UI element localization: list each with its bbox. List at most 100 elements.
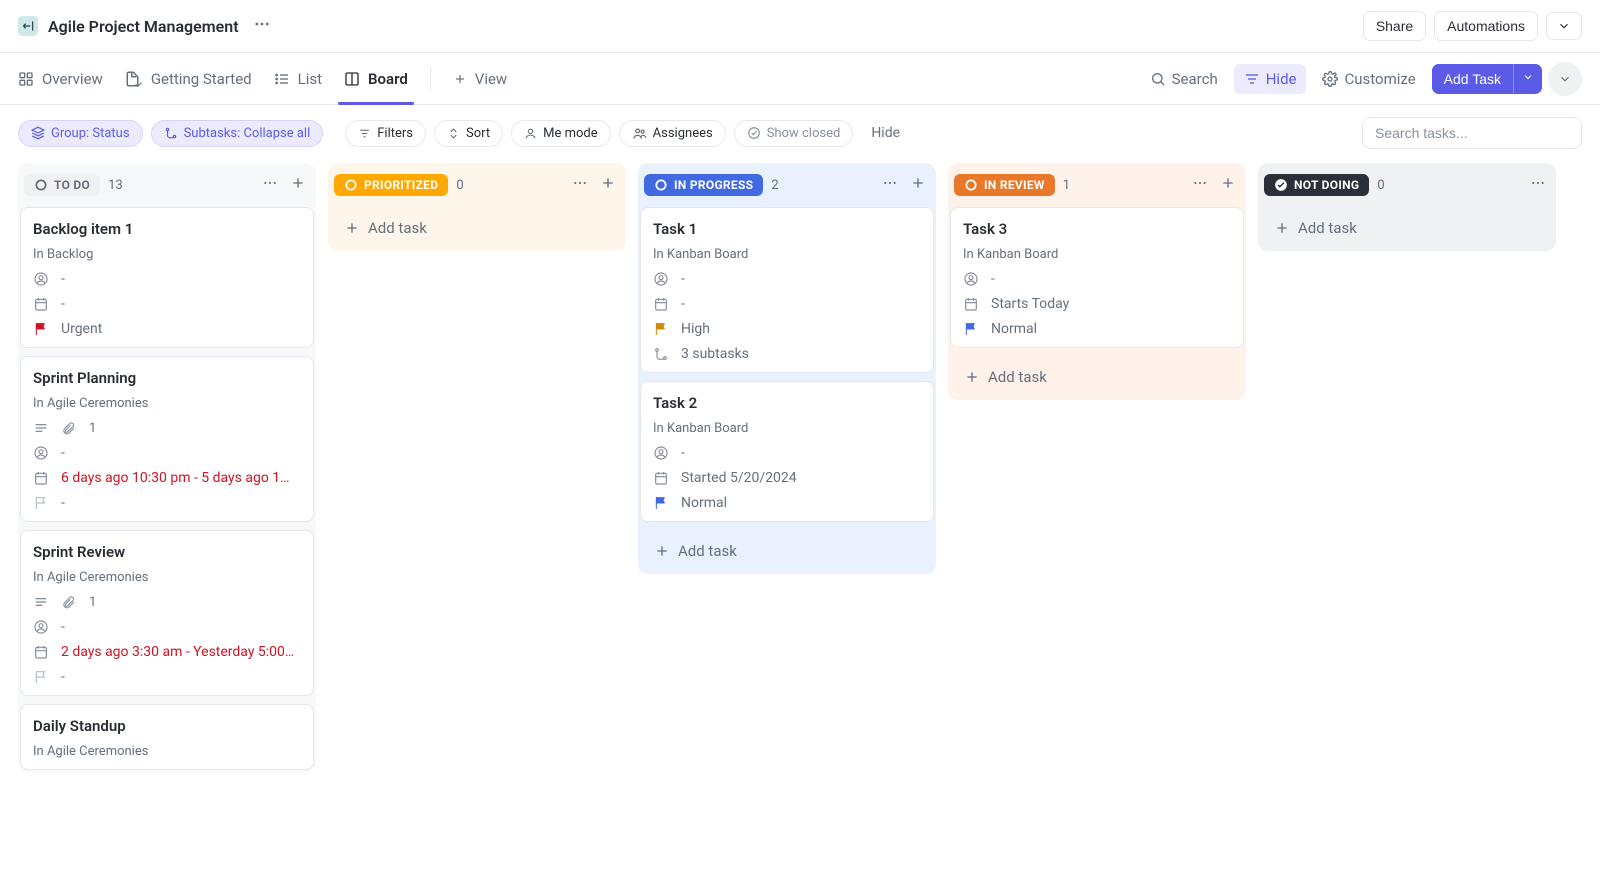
assignee-icon (963, 271, 981, 287)
add-task-label: Add task (368, 219, 427, 237)
header-more-icon[interactable] (249, 13, 275, 39)
date-value: - (61, 296, 65, 312)
view-tab-board[interactable]: Board (344, 53, 408, 104)
assignee-value: - (681, 445, 685, 461)
show-closed-chip[interactable]: Show closed (734, 120, 854, 147)
priority-label: - (61, 669, 65, 685)
flag-icon (33, 321, 51, 337)
card-title: Daily Standup (33, 717, 301, 735)
more-circle-button[interactable] (1548, 62, 1582, 96)
priority-label: - (61, 495, 65, 511)
column-add-task[interactable]: Add task (952, 358, 1242, 396)
card-date-row: - (653, 296, 921, 312)
column-plus-icon[interactable] (286, 171, 310, 199)
assignee-value: - (61, 619, 65, 635)
search-tasks-input[interactable] (1373, 124, 1571, 142)
date-value: - (681, 296, 685, 312)
status-chip[interactable]: PRIORITIZED (334, 174, 448, 196)
date-value: 2 days ago 3:30 am - Yesterday 5:00… (61, 644, 294, 660)
column-more-icon[interactable] (258, 171, 282, 199)
view-tab-label: Overview (42, 70, 103, 88)
add-task-button[interactable]: Add Task (1432, 64, 1513, 94)
column-plus-icon[interactable] (596, 171, 620, 199)
task-card[interactable]: Backlog item 1 In Backlog --Urgent (20, 207, 314, 348)
board-icon (344, 71, 360, 87)
task-card[interactable]: Task 1 In Kanban Board --High3 subtasks (640, 207, 934, 373)
assignee-icon (33, 445, 51, 461)
card-subtitle: In Agile Ceremonies (33, 744, 301, 759)
priority-label: Urgent (61, 321, 102, 337)
sort-chip[interactable]: Sort (434, 120, 503, 147)
assignee-icon (653, 445, 671, 461)
card-priority-row: Urgent (33, 321, 301, 337)
column-prioritized: PRIORITIZED 0 Add task (328, 163, 626, 251)
priority-label: Normal (991, 321, 1037, 337)
attachment-icon (61, 421, 79, 436)
card-date-row: Starts Today (963, 296, 1231, 312)
status-chip[interactable]: TO DO (24, 174, 100, 196)
hide-tool[interactable]: Hide (1234, 64, 1307, 94)
task-card[interactable]: Daily Standup In Agile Ceremonies (20, 704, 314, 770)
view-tab-list[interactable]: List (274, 53, 322, 104)
automations-dropdown-button[interactable] (1546, 12, 1582, 40)
add-task-label: Add task (1298, 219, 1357, 237)
add-task-label: Add task (988, 368, 1047, 386)
card-priority-row: Normal (963, 321, 1231, 337)
page-title: Agile Project Management (48, 17, 239, 36)
view-tab-overview[interactable]: Overview (18, 53, 103, 104)
column-add-task[interactable]: Add task (1262, 209, 1552, 247)
hide-link[interactable]: Hide (861, 120, 910, 146)
assignee-icon (33, 619, 51, 635)
task-card[interactable]: Sprint Review In Agile Ceremonies 1-2 da… (20, 530, 314, 696)
card-date-row: - (33, 296, 301, 312)
task-card[interactable]: Task 2 In Kanban Board -Started 5/20/202… (640, 381, 934, 522)
calendar-icon (963, 296, 981, 312)
column-header-left: NOT DOING 0 (1264, 174, 1385, 196)
view-add-label: View (475, 70, 507, 88)
assignees-chip[interactable]: Assignees (619, 120, 726, 147)
column-add-task[interactable]: Add task (642, 532, 932, 570)
status-chip[interactable]: NOT DOING (1264, 174, 1369, 196)
chip-label: Me mode (543, 126, 598, 141)
column-body: Add task (328, 207, 626, 251)
search-tasks-box[interactable] (1362, 117, 1582, 149)
column-more-icon[interactable] (568, 171, 592, 199)
view-tab-label: Board (368, 70, 408, 88)
column-plus-icon[interactable] (1216, 171, 1240, 199)
share-button[interactable]: Share (1363, 11, 1426, 41)
subtasks-chip[interactable]: Subtasks: Collapse all (151, 120, 324, 147)
view-tab-label: Getting Started (151, 70, 252, 88)
sort-icon (447, 127, 460, 140)
status-label: PRIORITIZED (364, 178, 438, 192)
status-chip[interactable]: IN PROGRESS (644, 174, 763, 196)
add-task-dropdown-button[interactable] (1513, 64, 1542, 93)
add-task-label: Add task (678, 542, 737, 560)
view-tab-getting-started[interactable]: Getting Started (125, 53, 252, 104)
task-card[interactable]: Task 3 In Kanban Board -Starts TodayNorm… (950, 207, 1244, 348)
add-task-group: Add Task (1432, 64, 1542, 94)
customize-tool[interactable]: Customize (1312, 64, 1425, 94)
flag-icon (653, 495, 671, 511)
status-count: 13 (108, 178, 123, 193)
automations-button[interactable]: Automations (1434, 11, 1538, 41)
task-card[interactable]: Sprint Planning In Agile Ceremonies 1-6 … (20, 356, 314, 522)
me-mode-chip[interactable]: Me mode (511, 120, 611, 147)
column-more-icon[interactable] (1526, 171, 1550, 199)
column-add-task[interactable]: Add task (332, 209, 622, 247)
board: TO DO 13 Backlog item 1 In Backlog --Urg… (0, 153, 1600, 792)
person-icon (524, 127, 537, 140)
flag-icon (33, 495, 51, 511)
assignee-icon (33, 271, 51, 287)
status-chip[interactable]: IN REVIEW (954, 174, 1055, 196)
search-tool[interactable]: Search (1140, 64, 1228, 94)
column-more-icon[interactable] (878, 171, 902, 199)
view-add-button[interactable]: View (453, 70, 507, 88)
status-count: 0 (456, 178, 463, 193)
status-count: 2 (771, 178, 778, 193)
column-more-icon[interactable] (1188, 171, 1212, 199)
subtasks-icon (653, 346, 671, 362)
filters-chip[interactable]: Filters (345, 120, 426, 147)
group-chip[interactable]: Group: Status (18, 120, 143, 147)
card-title: Task 3 (963, 220, 1231, 238)
column-plus-icon[interactable] (906, 171, 930, 199)
